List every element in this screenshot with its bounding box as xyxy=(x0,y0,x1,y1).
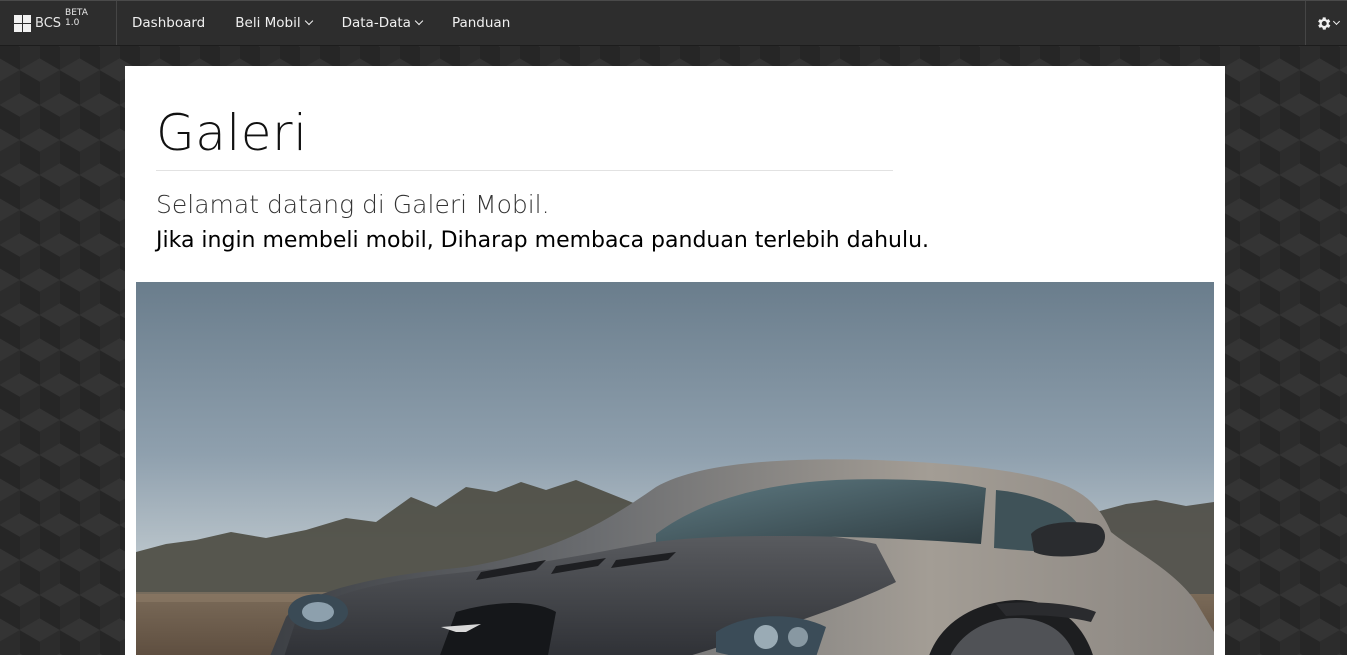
instruction-text: Jika ingin membeli mobil, Diharap membac… xyxy=(156,228,930,253)
welcome-text: Selamat datang di Galeri Mobil. xyxy=(156,190,550,219)
gallery-card: Galeri Selamat datang di Galeri Mobil. J… xyxy=(125,66,1225,655)
chevron-down-icon xyxy=(414,16,424,26)
nav-beli-mobil-dropdown[interactable]: Beli Mobil xyxy=(220,1,326,45)
chevron-down-icon xyxy=(304,16,313,26)
chevron-down-icon xyxy=(1332,17,1340,25)
title-divider xyxy=(156,170,893,171)
nav-dashboard-label: Dashboard xyxy=(132,15,206,31)
car-photo xyxy=(136,282,1214,655)
gear-icon xyxy=(1317,16,1330,30)
nav-data-data-dropdown[interactable]: Data-Data xyxy=(327,1,437,45)
brand-link[interactable]: BCS BETA 1.0 xyxy=(0,1,117,45)
page-title: Galeri xyxy=(156,104,308,162)
nav-panduan-label: Panduan xyxy=(451,15,511,31)
settings-dropdown-button[interactable] xyxy=(1305,1,1347,45)
windows-logo-icon xyxy=(14,14,31,32)
top-navbar: BCS BETA 1.0 Dashboard Beli Mobil Data-D… xyxy=(0,0,1347,46)
nav-data-data-label: Data-Data xyxy=(341,15,411,31)
brand-beta-badge: BETA 1.0 xyxy=(65,8,88,28)
nav-dashboard[interactable]: Dashboard xyxy=(117,1,220,45)
brand-name: BCS xyxy=(35,15,62,31)
nav-beli-mobil-label: Beli Mobil xyxy=(235,15,301,31)
nav-panduan[interactable]: Panduan xyxy=(437,1,525,45)
